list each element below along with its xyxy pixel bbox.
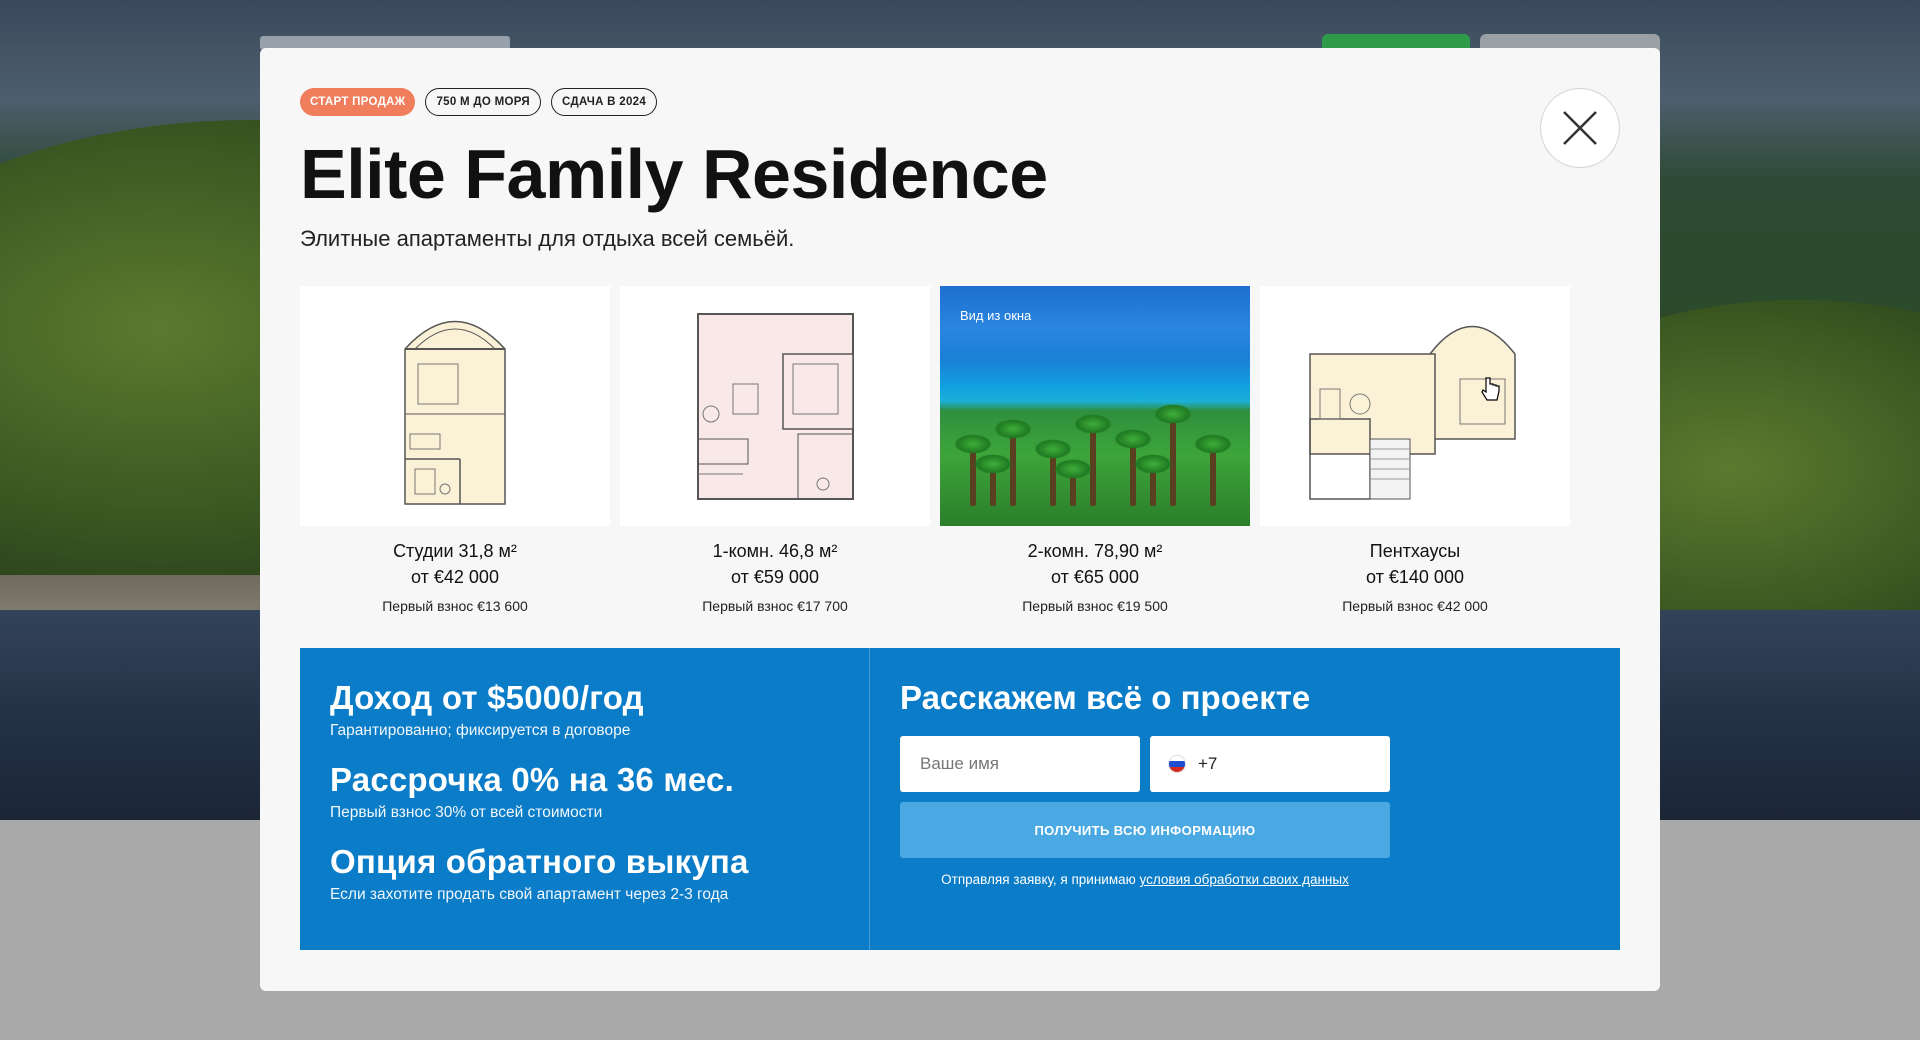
promo-benefits: Доход от $5000/год Гарантированно; фикси… <box>300 648 870 950</box>
benefit-heading: Доход от $5000/год <box>330 679 644 716</box>
apartment-cards: Студии 31,8 м² от €42 000 Первый взнос €… <box>300 286 1570 614</box>
floorplan-1room-image <box>620 286 930 526</box>
benefit-heading: Опция обратного выкупа <box>330 843 749 880</box>
benefit-item: Рассрочка 0% на 36 мес. Первый взнос 30%… <box>330 760 839 822</box>
benefit-item: Опция обратного выкупа Если захотите про… <box>330 842 839 904</box>
apartment-card[interactable]: Студии 31,8 м² от €42 000 Первый взнос €… <box>300 286 610 614</box>
sea-view-label: Вид из окна <box>960 308 1032 323</box>
sea-view-image: Вид из окна <box>940 286 1250 526</box>
privacy-terms-link[interactable]: условия обработки своих данных <box>1140 872 1349 887</box>
card-price: от €140 000 <box>1366 567 1464 587</box>
apartment-card[interactable]: 1-комн. 46,8 м² от €59 000 Первый взнос … <box>620 286 930 614</box>
badge-distance-sea: 750 М ДО МОРЯ <box>425 88 542 116</box>
benefit-subtext: Если захотите продать свой апартамент че… <box>330 886 729 903</box>
russia-flag-icon[interactable] <box>1168 755 1186 773</box>
benefit-subtext: Первый взнос 30% от всей стоимости <box>330 804 603 821</box>
phone-country-code: +7 <box>1198 754 1218 773</box>
modal-title: Elite Family Residence <box>300 135 1048 213</box>
card-title: Пентхаусы <box>1369 541 1461 561</box>
card-price: от €65 000 <box>1051 567 1139 587</box>
name-input[interactable] <box>900 736 1140 792</box>
card-title: 2-комн. 78,90 м² <box>1027 541 1163 561</box>
phone-input[interactable]: +7 <box>1150 736 1390 792</box>
floorplan-studio-image <box>300 286 610 526</box>
card-title: Студии 31,8 м² <box>393 541 517 561</box>
benefit-item: Доход от $5000/год Гарантированно; фикси… <box>330 678 839 740</box>
close-button[interactable] <box>1540 88 1620 168</box>
badge-list: СТАРТ ПРОДАЖ 750 М ДО МОРЯ СДАЧА В 2024 <box>300 88 658 116</box>
benefit-subtext: Гарантированно; фиксируется в договоре <box>330 722 631 739</box>
get-info-button[interactable]: ПОЛУЧИТЬ ВСЮ ИНФОРМАЦИЮ <box>900 802 1390 858</box>
badge-sales-start: СТАРТ ПРОДАЖ <box>300 88 416 116</box>
card-price: от €42 000 <box>411 567 499 587</box>
pointer-cursor-icon <box>1481 377 1500 401</box>
benefit-heading: Рассрочка 0% на 36 мес. <box>330 761 734 798</box>
contact-form: Расскажем всё о проекте +7 ПОЛУЧИТЬ ВСЮ … <box>870 648 1620 950</box>
card-down-payment: Первый взнос €42 000 <box>1342 598 1488 614</box>
card-title: 1-комн. 46,8 м² <box>712 541 838 561</box>
card-down-payment: Первый взнос €19 500 <box>1022 598 1168 614</box>
close-icon <box>1563 111 1597 145</box>
consent-label: Отправляя заявку, я принимаю <box>941 872 1136 887</box>
card-down-payment: Первый взнос €17 700 <box>702 598 848 614</box>
form-title: Расскажем всё о проекте <box>900 679 1311 716</box>
consent-text: Отправляя заявку, я принимаю условия обр… <box>900 872 1390 887</box>
floorplan-penthouse-image <box>1260 286 1570 526</box>
badge-completion: СДАЧА В 2024 <box>551 88 658 116</box>
apartment-card[interactable]: Пентхаусы от €140 000 Первый взнос €42 0… <box>1260 286 1570 614</box>
modal-subtitle: Элитные апартаменты для отдыха всей семь… <box>300 226 795 251</box>
promo-panel: Доход от $5000/год Гарантированно; фикси… <box>300 648 1620 950</box>
modal-dialog: СТАРТ ПРОДАЖ 750 М ДО МОРЯ СДАЧА В 2024 … <box>260 48 1660 991</box>
form-row: +7 <box>900 736 1590 792</box>
card-price: от €59 000 <box>731 567 819 587</box>
apartment-card[interactable]: Вид из окна 2-комн. 78,90 м² от €65 000 … <box>940 286 1250 614</box>
card-down-payment: Первый взнос €13 600 <box>382 598 528 614</box>
